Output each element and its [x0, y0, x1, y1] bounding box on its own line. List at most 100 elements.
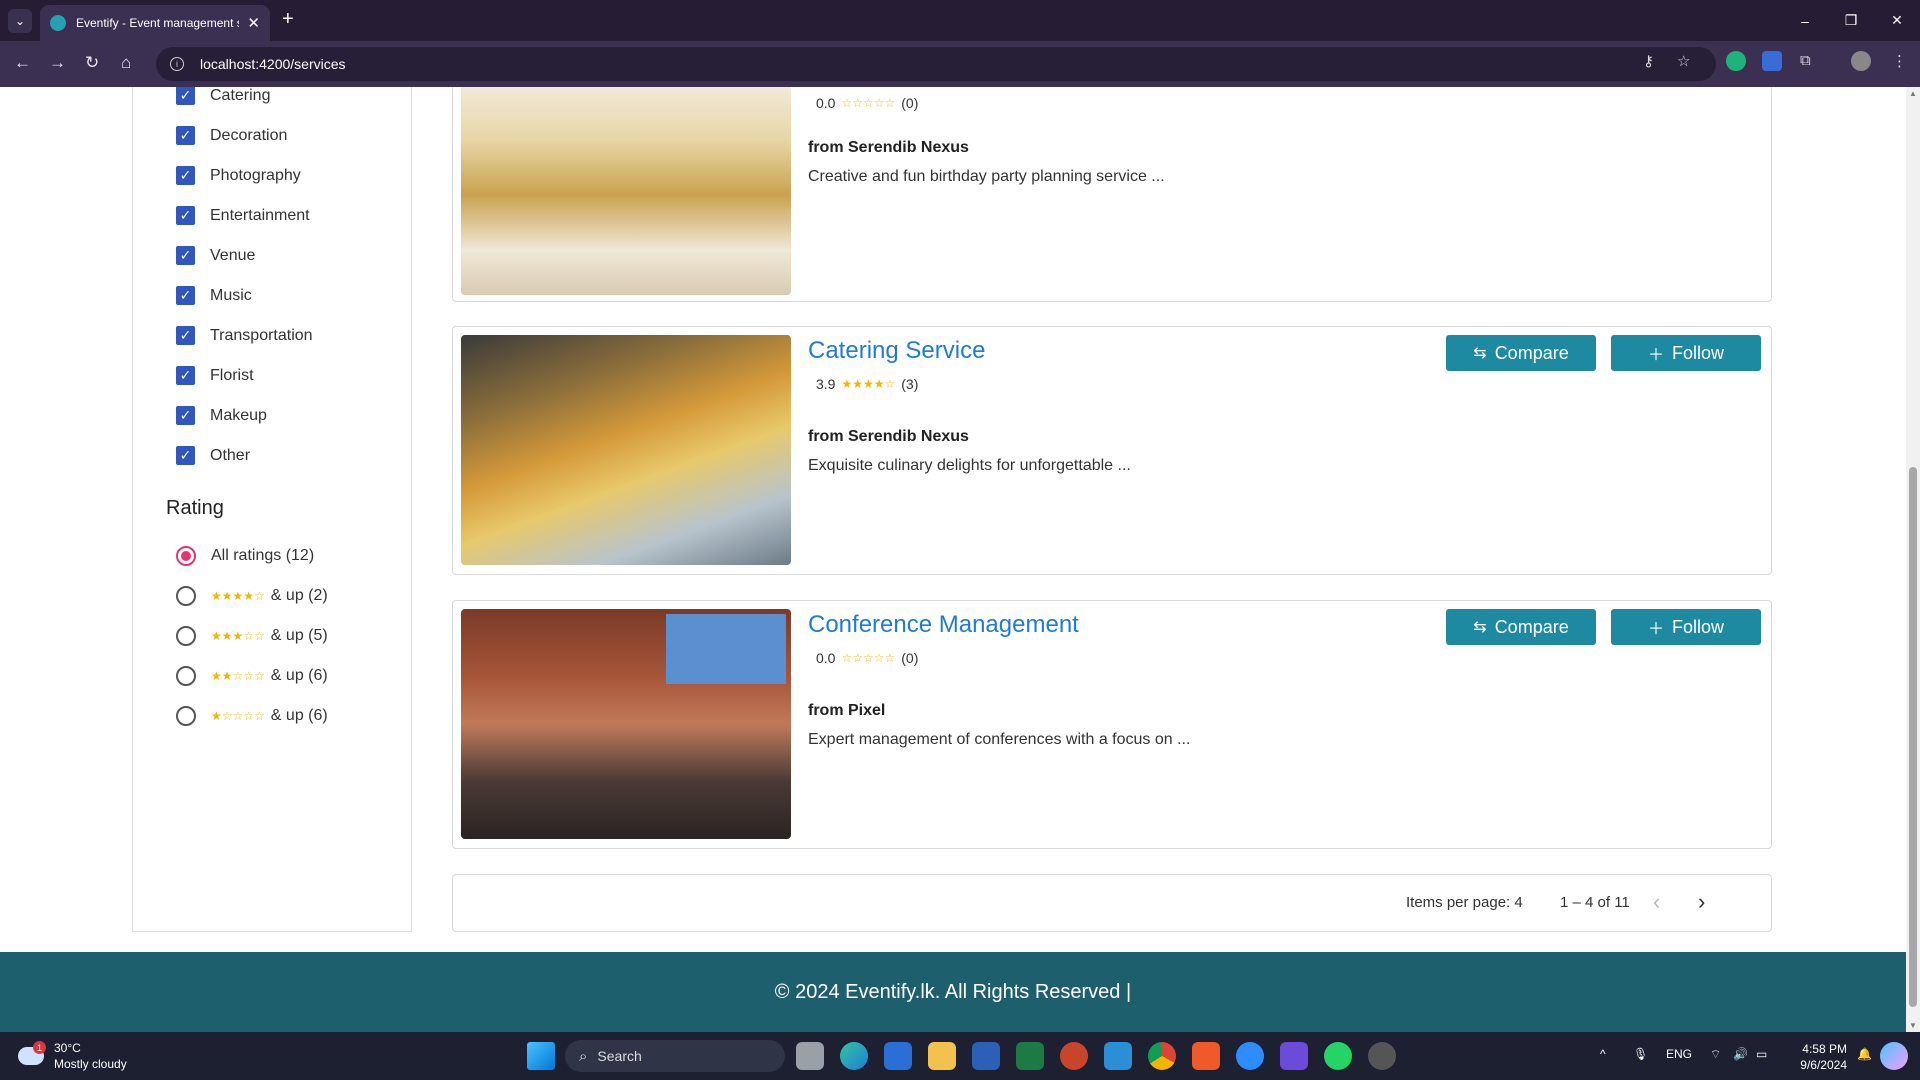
- url-text: localhost:4200/services: [200, 56, 346, 72]
- previous-page-icon[interactable]: ‹: [1653, 889, 1660, 915]
- browser-menu-icon[interactable]: ⋮: [1892, 52, 1907, 70]
- browser-tab[interactable]: Eventify - Event management sy ✕: [40, 5, 270, 41]
- whatsapp-icon[interactable]: [1324, 1042, 1352, 1070]
- scroll-down-icon[interactable]: ▼: [1909, 1021, 1917, 1030]
- radio-icon[interactable]: [176, 626, 196, 646]
- category-filter-catering[interactable]: ✓ Catering: [176, 87, 270, 105]
- bookmark-star-icon[interactable]: ☆: [1677, 52, 1690, 70]
- category-filter-photography[interactable]: ✓ Photography: [176, 166, 301, 185]
- service-title[interactable]: Catering Service: [808, 337, 985, 365]
- category-filter-decoration[interactable]: ✓ Decoration: [176, 126, 287, 145]
- microphone-icon[interactable]: 🎙: [1633, 1047, 1648, 1061]
- rating-count: (0): [901, 95, 919, 111]
- notification-bell-icon[interactable]: 🔔: [1857, 1047, 1872, 1061]
- language-indicator[interactable]: ENG: [1666, 1047, 1692, 1061]
- weather-widget[interactable]: 1 30°C Mostly cloudy: [18, 1040, 127, 1072]
- checkbox-checked-icon[interactable]: ✓: [176, 246, 195, 265]
- radio-icon[interactable]: [176, 586, 196, 606]
- follow-button[interactable]: ＋ Follow: [1611, 609, 1761, 645]
- new-tab-button[interactable]: +: [282, 8, 294, 31]
- copilot-icon[interactable]: [1880, 1042, 1908, 1070]
- close-window-button[interactable]: ✕: [1874, 0, 1920, 41]
- edge-icon[interactable]: [840, 1042, 868, 1070]
- brave-icon[interactable]: [1192, 1042, 1220, 1070]
- forward-arrow-icon[interactable]: →: [49, 53, 66, 73]
- rating-option-3-up[interactable]: ★★★☆☆ & up (5): [176, 626, 328, 646]
- checkbox-checked-icon[interactable]: ✓: [176, 206, 195, 225]
- checkbox-checked-icon[interactable]: ✓: [176, 406, 195, 425]
- chrome-icon[interactable]: [1148, 1042, 1176, 1070]
- category-filter-florist[interactable]: ✓ Florist: [176, 366, 254, 385]
- battery-icon[interactable]: ▭: [1756, 1047, 1767, 1061]
- site-info-icon[interactable]: i: [170, 57, 184, 71]
- compare-button[interactable]: ⇆ Compare: [1446, 335, 1596, 371]
- file-explorer-icon[interactable]: [928, 1042, 956, 1070]
- rating-option-all[interactable]: All ratings (12): [176, 546, 314, 566]
- service-image-catering[interactable]: [461, 335, 791, 565]
- checkbox-checked-icon[interactable]: ✓: [176, 87, 195, 105]
- rating-option-1-up[interactable]: ★☆☆☆☆ & up (6): [176, 706, 328, 726]
- service-card[interactable]: 0.0 ☆☆☆☆☆ (0) from Serendib Nexus Creati…: [452, 87, 1772, 302]
- checkbox-checked-icon[interactable]: ✓: [176, 286, 195, 305]
- category-filter-transportation[interactable]: ✓ Transportation: [176, 326, 313, 345]
- compare-button[interactable]: ⇆ Compare: [1446, 609, 1596, 645]
- vertical-scrollbar[interactable]: ▲ ▼: [1906, 87, 1920, 1032]
- wifi-icon[interactable]: ⌔: [1710, 1047, 1721, 1062]
- store-icon[interactable]: [884, 1042, 912, 1070]
- checkbox-checked-icon[interactable]: ✓: [176, 166, 195, 185]
- items-per-page[interactable]: Items per page: 4: [1406, 894, 1523, 911]
- profile-avatar[interactable]: [1851, 51, 1871, 71]
- radio-icon[interactable]: [176, 666, 196, 686]
- back-arrow-icon[interactable]: ←: [14, 53, 31, 73]
- windows-start-icon[interactable]: [527, 1042, 555, 1070]
- zoom-icon[interactable]: [1236, 1042, 1264, 1070]
- category-filter-other[interactable]: ✓ Other: [176, 446, 250, 465]
- system-clock[interactable]: 4:58 PM 9/6/2024: [1787, 1041, 1847, 1073]
- translate-extension-icon[interactable]: [1762, 51, 1782, 71]
- checkbox-checked-icon[interactable]: ✓: [176, 126, 195, 145]
- word-icon[interactable]: [972, 1042, 1000, 1070]
- address-bar[interactable]: i localhost:4200/services: [156, 47, 1716, 81]
- visual-studio-icon[interactable]: [1280, 1042, 1308, 1070]
- checkbox-checked-icon[interactable]: ✓: [176, 366, 195, 385]
- radio-icon[interactable]: [176, 706, 196, 726]
- next-page-icon[interactable]: ›: [1698, 889, 1705, 915]
- extensions-puzzle-icon[interactable]: ⧉: [1800, 52, 1811, 69]
- close-tab-icon[interactable]: ✕: [247, 14, 260, 32]
- service-title[interactable]: Conference Management: [808, 611, 1079, 639]
- service-card[interactable]: Conference Management 0.0 ☆☆☆☆☆ (0) from…: [452, 600, 1772, 849]
- checkbox-checked-icon[interactable]: ✓: [176, 446, 195, 465]
- category-filter-makeup[interactable]: ✓ Makeup: [176, 406, 267, 425]
- follow-button[interactable]: ＋ Follow: [1611, 335, 1761, 371]
- add-user-icon: ＋: [1647, 621, 1664, 638]
- scrollbar-thumb[interactable]: [1909, 467, 1917, 1007]
- grammarly-extension-icon[interactable]: [1726, 51, 1746, 71]
- minimize-button[interactable]: –: [1782, 0, 1828, 41]
- category-filter-music[interactable]: ✓ Music: [176, 286, 252, 305]
- volume-icon[interactable]: 🔊: [1733, 1047, 1748, 1061]
- home-icon[interactable]: ⌂: [121, 53, 131, 73]
- reload-icon[interactable]: ↻: [85, 53, 99, 73]
- radio-selected-icon[interactable]: [176, 546, 196, 566]
- taskbar-search[interactable]: ⌕ Search: [565, 1040, 785, 1072]
- service-card[interactable]: Catering Service 3.9 ★★★★☆ (3) from Sere…: [452, 326, 1772, 575]
- password-key-icon[interactable]: ⚷: [1643, 52, 1654, 70]
- obs-icon[interactable]: [1368, 1042, 1396, 1070]
- rating-option-4-up[interactable]: ★★★★☆ & up (2): [176, 586, 328, 606]
- excel-icon[interactable]: [1016, 1042, 1044, 1070]
- category-filter-entertainment[interactable]: ✓ Entertainment: [176, 206, 310, 225]
- tab-list-button[interactable]: ⌄: [8, 9, 32, 33]
- rating-option-label: & up (6): [270, 667, 328, 684]
- rating-option-2-up[interactable]: ★★☆☆☆ & up (6): [176, 666, 328, 686]
- service-image-balloons[interactable]: [461, 87, 791, 295]
- service-image-conference[interactable]: [461, 609, 791, 839]
- show-hidden-icons-icon[interactable]: ^: [1600, 1047, 1606, 1061]
- powerpoint-icon[interactable]: [1060, 1042, 1088, 1070]
- vscode-icon[interactable]: [1104, 1042, 1132, 1070]
- checkbox-checked-icon[interactable]: ✓: [176, 326, 195, 345]
- task-view-icon[interactable]: [796, 1042, 824, 1070]
- restore-button[interactable]: ❐: [1828, 0, 1874, 41]
- category-label: Music: [210, 286, 252, 304]
- scroll-up-icon[interactable]: ▲: [1909, 89, 1917, 98]
- category-filter-venue[interactable]: ✓ Venue: [176, 246, 255, 265]
